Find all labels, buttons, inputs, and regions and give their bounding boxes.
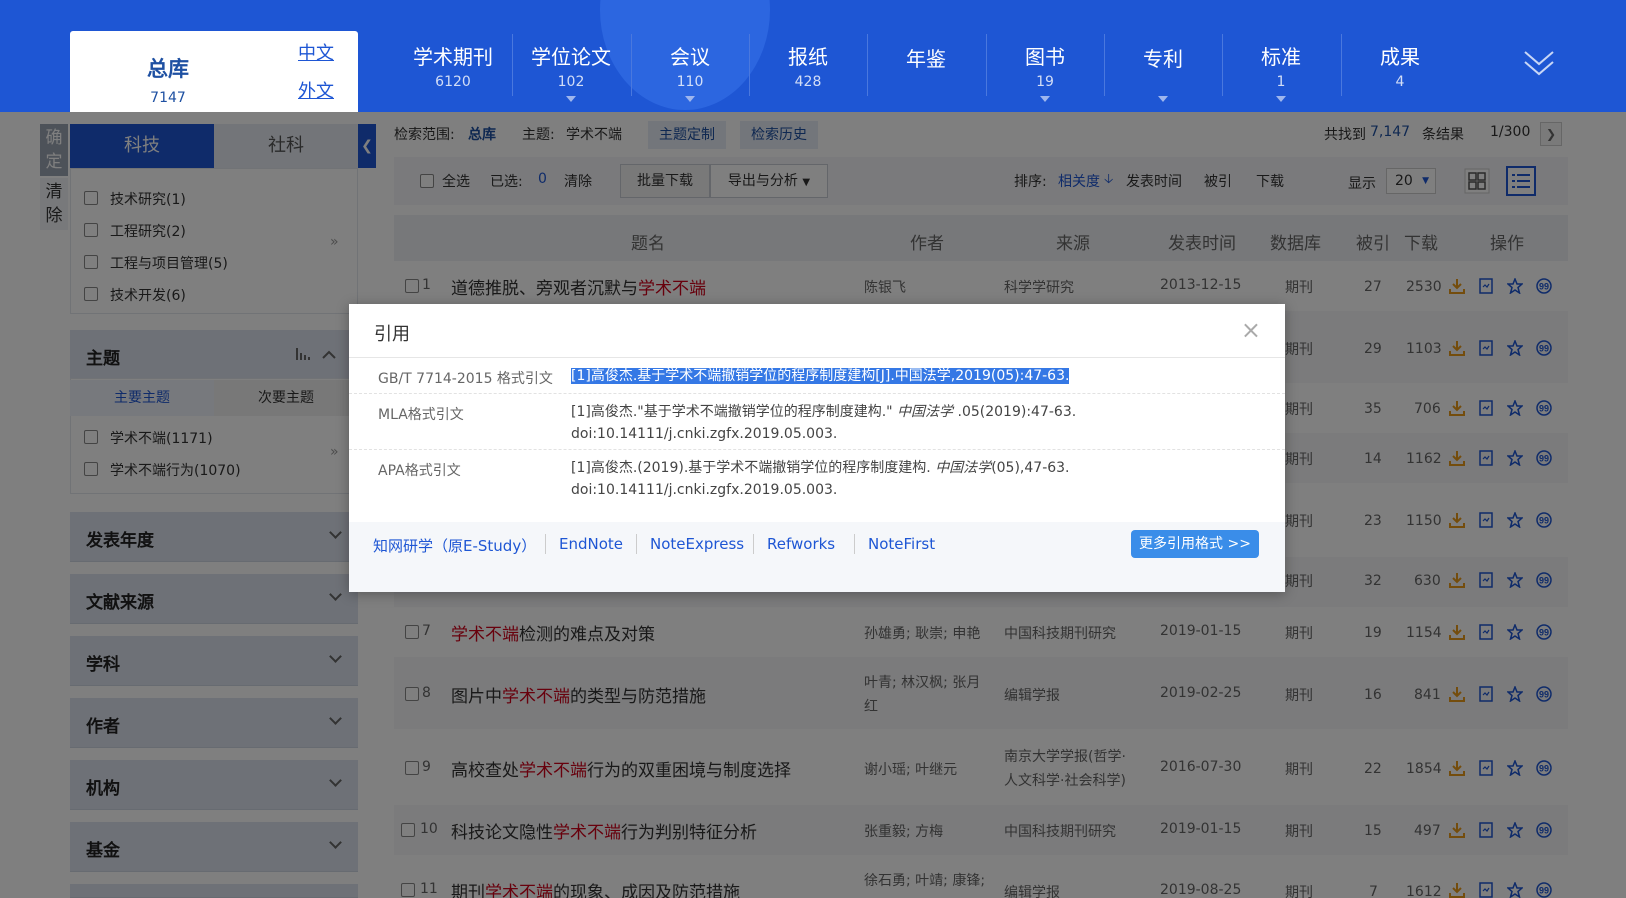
lang-chinese-link[interactable]: 中文 bbox=[298, 39, 334, 65]
nav-conference-label: 会议 bbox=[670, 45, 710, 69]
nav-achievements[interactable]: 成果 4 bbox=[1341, 44, 1459, 90]
nav-patents[interactable]: 专利 bbox=[1104, 46, 1222, 102]
nav-standards[interactable]: 标准 1 bbox=[1222, 44, 1340, 102]
citation-row-mla: MLA格式引文 [1]高俊杰."基于学术不端撤销学位的程序制度建构." 中国法学… bbox=[349, 394, 1285, 450]
citation-text-mla[interactable]: [1]高俊杰."基于学术不端撤销学位的程序制度建构." 中国法学 .05(201… bbox=[571, 401, 1076, 445]
nav-theses[interactable]: 学位论文 102 bbox=[512, 44, 630, 102]
nav-yearbook-label: 年鉴 bbox=[906, 47, 946, 71]
nav-books-count: 19 bbox=[1036, 74, 1054, 90]
export-refworks-link[interactable]: Refworks bbox=[767, 535, 835, 553]
link-separator bbox=[545, 534, 546, 554]
more-citation-formats-button[interactable]: 更多引用格式 >> bbox=[1131, 530, 1259, 558]
nav-theses-label: 学位论文 bbox=[531, 45, 611, 69]
citation-text-gbt[interactable]: [1]高俊杰.基于学术不端撤销学位的程序制度建构[J].中国法学,2019(05… bbox=[571, 365, 1070, 387]
lang-foreign-link[interactable]: 外文 bbox=[298, 77, 334, 103]
citation-text: [1]高俊杰."基于学术不端撤销学位的程序制度建构." bbox=[571, 404, 898, 420]
nav-standards-label: 标准 bbox=[1261, 45, 1301, 69]
citation-doi: doi:10.14111/j.cnki.zgfx.2019.05.003. bbox=[571, 482, 838, 498]
modal-header: 引用 × bbox=[349, 304, 1285, 358]
citation-row-apa: APA格式引文 [1]高俊杰.(2019).基于学术不端撤销学位的程序制度建构.… bbox=[349, 450, 1285, 506]
caret-down-icon bbox=[685, 96, 695, 102]
citation-label-gbt: GB/T 7714-2015 格式引文 bbox=[378, 371, 553, 387]
export-notefirst-link[interactable]: NoteFirst bbox=[868, 535, 935, 553]
citation-text-apa[interactable]: [1]高俊杰.(2019).基于学术不端撤销学位的程序制度建构. 中国法学(05… bbox=[571, 457, 1070, 501]
zongku-tab[interactable]: 总库 7147 中文 外文 bbox=[70, 31, 358, 113]
citation-text: .05(2019):47-63. bbox=[953, 404, 1077, 420]
nav-conference-count: 110 bbox=[676, 74, 704, 90]
modal-title: 引用 bbox=[374, 324, 410, 345]
citation-journal: 中国法学 bbox=[935, 460, 992, 476]
nav-standards-count: 1 bbox=[1276, 74, 1286, 90]
export-endnote-link[interactable]: EndNote bbox=[559, 535, 623, 553]
export-estudy-link[interactable]: 知网研学（原E-Study） bbox=[373, 535, 536, 556]
citation-journal: 中国法学 bbox=[897, 404, 954, 420]
citation-text: (05),47-63. bbox=[991, 460, 1070, 476]
nav-journals-label: 学术期刊 bbox=[413, 45, 493, 69]
nav-books[interactable]: 图书 19 bbox=[986, 44, 1104, 102]
nav-books-label: 图书 bbox=[1025, 45, 1065, 69]
nav-journals[interactable]: 学术期刊 6120 bbox=[394, 44, 512, 90]
citation-row-gbt: GB/T 7714-2015 格式引文 [1]高俊杰.基于学术不端撤销学位的程序… bbox=[349, 358, 1285, 394]
nav-achievements-count: 4 bbox=[1395, 74, 1405, 90]
citation-modal: 引用 × GB/T 7714-2015 格式引文 [1]高俊杰.基于学术不端撤销… bbox=[349, 304, 1285, 592]
link-separator bbox=[636, 534, 637, 554]
citation-selected-text: [1]高俊杰.基于学术不端撤销学位的程序制度建构[J].中国法学,2019(05… bbox=[571, 368, 1070, 384]
close-icon[interactable]: × bbox=[1241, 316, 1261, 344]
zongku-title: 总库 bbox=[147, 57, 189, 81]
citation-text: [1]高俊杰.(2019).基于学术不端撤销学位的程序制度建构. bbox=[571, 460, 936, 476]
caret-down-icon bbox=[1040, 96, 1050, 102]
expand-nav-icon[interactable] bbox=[1522, 46, 1556, 80]
nav-journals-count: 6120 bbox=[435, 74, 471, 90]
nav-yearbook[interactable]: 年鉴 bbox=[867, 46, 985, 72]
citation-label-apa: APA格式引文 bbox=[378, 463, 461, 479]
nav-newspaper[interactable]: 报纸 428 bbox=[749, 44, 867, 90]
export-noteexpress-link[interactable]: NoteExpress bbox=[650, 535, 744, 553]
nav-newspaper-label: 报纸 bbox=[788, 45, 828, 69]
nav-patents-label: 专利 bbox=[1143, 47, 1183, 71]
nav-achievements-label: 成果 bbox=[1380, 45, 1420, 69]
nav-newspaper-count: 428 bbox=[794, 74, 822, 90]
link-separator bbox=[753, 534, 754, 554]
nav-conference[interactable]: 会议 110 bbox=[631, 44, 749, 102]
caret-down-icon bbox=[566, 96, 576, 102]
citation-label-mla: MLA格式引文 bbox=[378, 407, 464, 423]
caret-down-icon bbox=[1276, 96, 1286, 102]
citation-doi: doi:10.14111/j.cnki.zgfx.2019.05.003. bbox=[571, 426, 838, 442]
zongku-count: 7147 bbox=[150, 90, 186, 106]
link-separator bbox=[854, 534, 855, 554]
caret-down-icon bbox=[1158, 96, 1168, 102]
nav-theses-count: 102 bbox=[557, 74, 585, 90]
